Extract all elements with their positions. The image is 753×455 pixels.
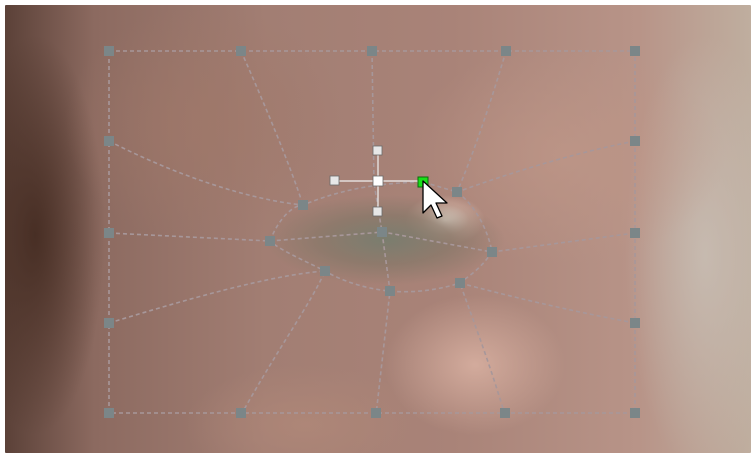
- mesh-node[interactable]: [104, 46, 114, 56]
- mesh-line-h2: [108, 231, 636, 253]
- mesh-line-h5: [459, 282, 636, 324]
- warp-canvas[interactable]: [5, 5, 751, 453]
- mesh-node[interactable]: [265, 236, 275, 246]
- tangent-handle-left[interactable]: [329, 175, 340, 186]
- mesh-line-v5: [459, 282, 506, 416]
- mesh-line-v1: [240, 50, 304, 206]
- warp-mesh-overlay[interactable]: [5, 5, 751, 453]
- mesh-node[interactable]: [630, 46, 640, 56]
- mesh-line-h4: [456, 140, 636, 193]
- mesh-line-v4: [240, 270, 326, 416]
- tangent-handle-top[interactable]: [372, 145, 383, 156]
- tangent-handle-bottom[interactable]: [372, 206, 383, 217]
- tangent-handle-center[interactable]: [372, 175, 384, 187]
- mesh-node[interactable]: [104, 228, 114, 238]
- mesh-node[interactable]: [104, 318, 114, 328]
- arrow-cursor-icon: [422, 180, 448, 219]
- mesh-node[interactable]: [104, 136, 114, 146]
- mesh-node[interactable]: [371, 408, 381, 418]
- mesh-node[interactable]: [236, 408, 246, 418]
- mesh-node[interactable]: [452, 187, 462, 197]
- mesh-node[interactable]: [630, 318, 640, 328]
- mesh-node[interactable]: [298, 200, 308, 210]
- mesh-line-h1: [108, 140, 304, 206]
- mesh-node[interactable]: [320, 266, 330, 276]
- mesh-node[interactable]: [630, 228, 640, 238]
- mesh-border: [108, 50, 636, 414]
- mesh-node[interactable]: [104, 408, 114, 418]
- mesh-node[interactable]: [385, 286, 395, 296]
- mesh-node[interactable]: [377, 227, 387, 237]
- mesh-node[interactable]: [630, 136, 640, 146]
- mesh-line-h3: [108, 270, 326, 324]
- mesh-node[interactable]: [367, 46, 377, 56]
- mesh-node[interactable]: [501, 46, 511, 56]
- mesh-node[interactable]: [236, 46, 246, 56]
- mesh-node[interactable]: [630, 408, 640, 418]
- mesh-node[interactable]: [500, 408, 510, 418]
- mesh-node[interactable]: [455, 278, 465, 288]
- mesh-line-v3: [456, 50, 507, 193]
- mesh-node[interactable]: [487, 247, 497, 257]
